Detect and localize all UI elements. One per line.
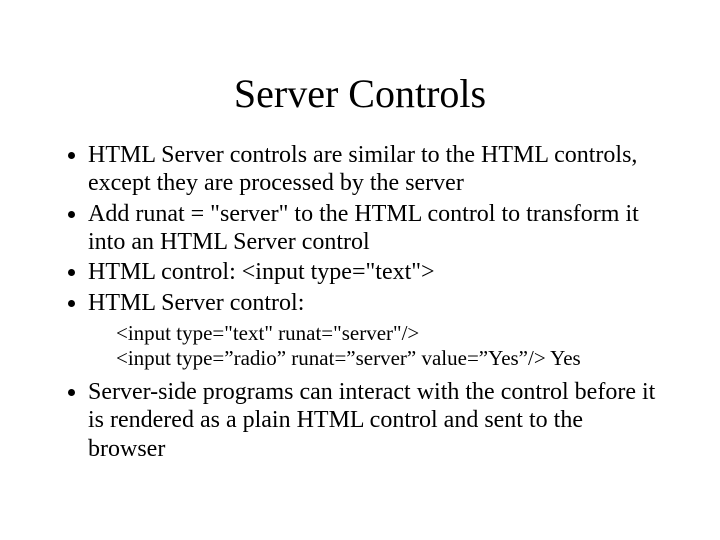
list-item: HTML Server controls are similar to the … xyxy=(88,141,660,198)
list-item: HTML Server control: <input type="text" … xyxy=(88,289,660,373)
sub-block: <input type="text" runat="server"/> <inp… xyxy=(116,321,660,372)
code-line: <input type="text" runat="server"/> xyxy=(116,321,660,347)
list-item: Add runat = "server" to the HTML control… xyxy=(88,200,660,257)
list-item: HTML control: <input type="text"> xyxy=(88,258,660,286)
list-item: Server-side programs can interact with t… xyxy=(88,378,660,463)
slide: Server Controls HTML Server controls are… xyxy=(0,0,720,540)
slide-title: Server Controls xyxy=(60,70,660,117)
list-item-text: HTML Server control: xyxy=(88,290,304,316)
code-line: <input type=”radio” runat=”server” value… xyxy=(116,346,660,372)
bullet-list: HTML Server controls are similar to the … xyxy=(60,141,660,463)
